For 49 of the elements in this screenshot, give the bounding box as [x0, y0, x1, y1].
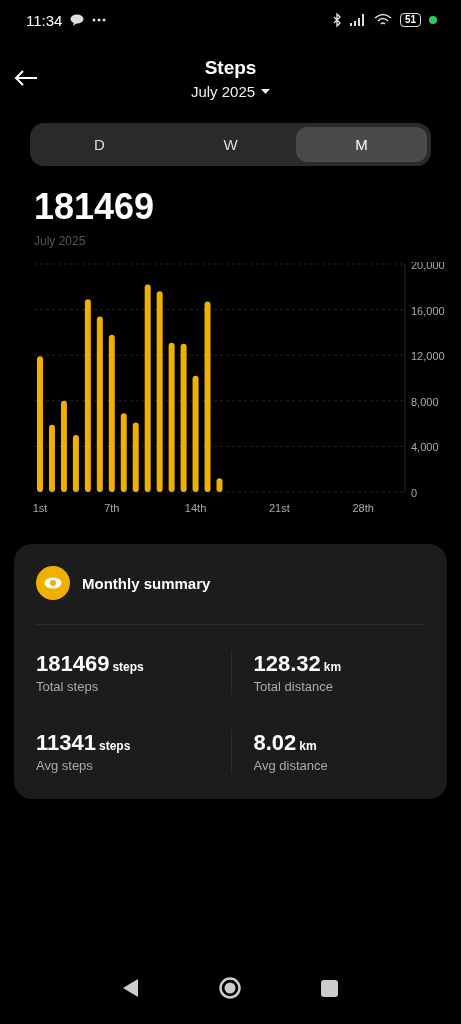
eye-icon [36, 566, 70, 600]
recents-nav-icon[interactable] [321, 979, 338, 997]
stat-unit: km [323, 660, 342, 674]
period-tab[interactable]: D [34, 127, 165, 162]
y-axis-label: 8,000 [411, 395, 439, 408]
stat-value: 8.02 [253, 730, 297, 756]
stat-label: Total steps [36, 679, 100, 694]
x-axis-label: 28th [352, 502, 374, 514]
stat-value: 11341 [36, 730, 96, 756]
back-arrow-icon[interactable] [14, 69, 38, 87]
y-axis-label: 4,000 [411, 441, 439, 454]
stat-unit: km [299, 739, 317, 753]
y-axis-label: 20,000 [411, 262, 445, 271]
total-caption: July 2025 [34, 234, 87, 248]
status-dot-icon [429, 16, 437, 24]
x-axis-label: 7th [104, 502, 120, 514]
bar [216, 478, 223, 492]
home-nav-icon[interactable] [219, 977, 241, 999]
total-steps-value: 181469 [34, 186, 156, 228]
clock: 11:34 [26, 11, 63, 29]
period-tab[interactable]: M [296, 127, 427, 162]
battery-level: 51 [399, 13, 421, 27]
caret-icon [261, 88, 271, 94]
x-axis-label: 14th [184, 502, 207, 514]
chat-bubble-icon [70, 14, 85, 26]
wifi-icon [373, 13, 392, 27]
stat-label: Avg distance [253, 758, 329, 773]
more-icon [92, 18, 107, 22]
x-axis-label: 1st [32, 502, 48, 514]
page-title: Steps [204, 56, 257, 79]
stat-label: Total distance [253, 679, 334, 694]
x-axis-label: 21st [268, 502, 290, 514]
stat-unit: steps [98, 739, 131, 753]
period-selector[interactable]: July 2025 [190, 82, 271, 100]
stat-label: Avg steps [36, 758, 94, 773]
period-tab[interactable]: W [165, 127, 296, 162]
card-title: Monthly summary [82, 574, 211, 592]
signal-icon [349, 14, 366, 26]
y-axis-label: 16,000 [411, 304, 445, 317]
bar [132, 422, 139, 492]
stat-value: 128.32 [253, 651, 321, 677]
bluetooth-icon [332, 13, 342, 27]
back-nav-icon[interactable] [123, 979, 139, 997]
bar [48, 424, 55, 492]
y-axis-label: 12,000 [411, 350, 445, 363]
bar [72, 435, 79, 492]
stat-unit: steps [112, 660, 144, 674]
stat-value: 181469 [36, 651, 110, 677]
y-axis-label: 0 [411, 487, 418, 499]
